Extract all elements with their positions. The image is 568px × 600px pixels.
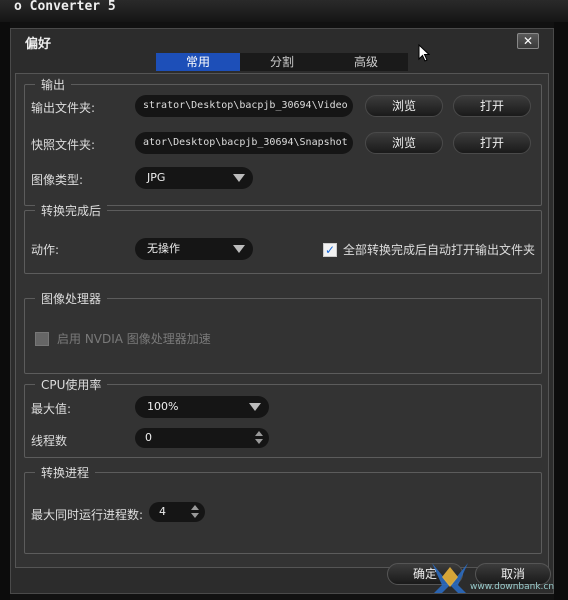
action-value: 无操作	[147, 242, 180, 255]
cpu-legend: CPU使用率	[35, 376, 108, 393]
process-legend: 转换进程	[35, 464, 96, 481]
image-type-value: JPG	[147, 171, 166, 184]
auto-open-label: 全部转换完成后自动打开输出文件夹	[343, 243, 536, 257]
tab-split[interactable]: 分割	[240, 53, 324, 71]
open-output-button[interactable]: 打开	[453, 95, 531, 117]
nvidia-checkbox[interactable]	[35, 332, 49, 346]
chevron-down-icon	[233, 245, 245, 253]
cpu-max-dropdown[interactable]: 100%	[135, 396, 269, 418]
browse-snapshot-button[interactable]: 浏览	[365, 132, 443, 154]
cpu-group: CPU使用率 最大值: 100% 线程数 0	[24, 376, 542, 458]
close-icon: ✕	[522, 34, 534, 48]
gpu-legend: 图像处理器	[35, 290, 108, 307]
gpu-group: 图像处理器 启用 NVDIA 图像处理器加速	[24, 290, 542, 374]
browse-output-button[interactable]: 浏览	[365, 95, 443, 117]
close-button[interactable]: ✕	[517, 33, 539, 49]
output-folder-label: 输出文件夹:	[31, 101, 96, 115]
threads-label: 线程数	[31, 434, 68, 448]
nvidia-label: 启用 NVDIA 图像处理器加速	[57, 332, 211, 346]
output-legend: 输出	[35, 76, 72, 93]
watermark-text: www.downbank.cn	[470, 582, 555, 592]
output-folder-field[interactable]: strator\Desktop\bacpjb_30694\Video	[135, 95, 353, 117]
decrement-icon[interactable]	[255, 439, 263, 444]
mouse-cursor-icon	[418, 44, 430, 62]
background-window-title: o Converter 5	[0, 0, 568, 22]
background-window-left-edge	[0, 22, 10, 600]
tab-content-general: 输出 输出文件夹: strator\Desktop\bacpjb_30694\V…	[15, 73, 549, 568]
chevron-down-icon	[249, 403, 261, 411]
tab-general[interactable]: 常用	[156, 53, 240, 71]
image-type-label: 图像类型:	[31, 173, 84, 187]
open-snapshot-button[interactable]: 打开	[453, 132, 531, 154]
image-type-dropdown[interactable]: JPG	[135, 167, 253, 189]
max-concurrent-label: 最大同时运行进程数:	[31, 508, 144, 522]
after-convert-legend: 转换完成后	[35, 202, 108, 219]
action-dropdown[interactable]: 无操作	[135, 238, 253, 260]
output-group: 输出 输出文件夹: strator\Desktop\bacpjb_30694\V…	[24, 76, 542, 206]
max-concurrent-stepper[interactable]: 4	[149, 502, 205, 522]
threads-value: 0	[145, 431, 152, 444]
threads-stepper[interactable]: 0	[135, 428, 269, 448]
max-concurrent-value: 4	[159, 505, 166, 518]
increment-icon[interactable]	[191, 505, 199, 510]
snapshot-folder-field[interactable]: ator\Desktop\bacpjb_30694\Snapshot	[135, 132, 353, 154]
auto-open-checkbox[interactable]: ✓	[323, 243, 337, 257]
decrement-icon[interactable]	[191, 513, 199, 518]
preferences-dialog: 偏好 ✕ 常用 分割 高级 输出 输出文件夹: strator\Desktop\…	[10, 28, 554, 594]
snapshot-folder-label: 快照文件夹:	[31, 138, 96, 152]
dialog-title: 偏好	[25, 37, 52, 52]
background-window-right-edge	[554, 22, 568, 600]
check-icon: ✓	[324, 243, 336, 257]
cpu-max-label: 最大值:	[31, 402, 72, 416]
action-label: 动作:	[31, 243, 60, 257]
cpu-max-value: 100%	[147, 400, 179, 413]
tab-advanced[interactable]: 高级	[324, 53, 408, 71]
process-group: 转换进程 最大同时运行进程数: 4	[24, 464, 542, 554]
tab-bar: 常用 分割 高级	[156, 53, 408, 71]
chevron-down-icon	[233, 174, 245, 182]
increment-icon[interactable]	[255, 431, 263, 436]
after-convert-group: 转换完成后 动作: 无操作 ✓ 全部转换完成后自动打开输出文件夹	[24, 202, 542, 274]
